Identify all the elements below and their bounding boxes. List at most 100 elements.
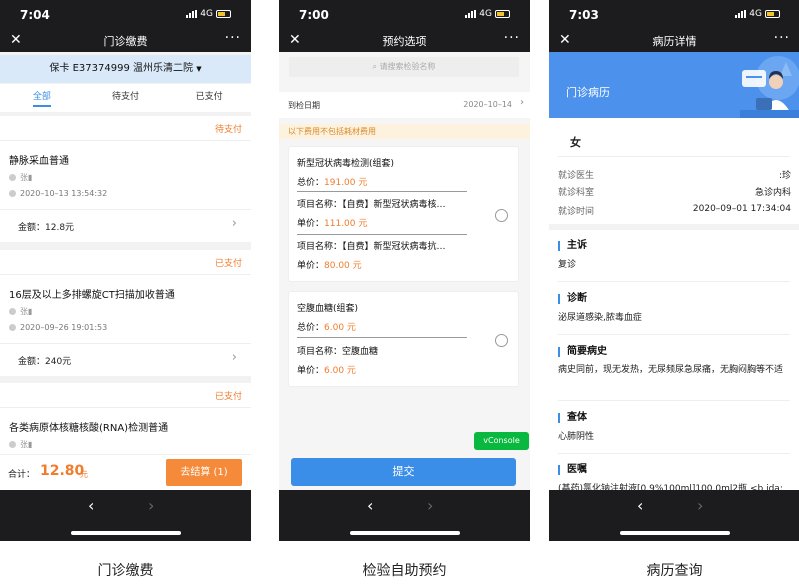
network-label: 4G [749,9,762,19]
section-body: 病史同前，现无发热，无尿频尿急尿痛，无胸闷胸等不适 [558,365,784,375]
notice-banner: 以下费用不包括耗材费用 [279,124,530,139]
date-row[interactable]: 到检日期 2020–10–14 › [279,92,530,118]
signal-icon [186,10,198,18]
package-card[interactable]: 空腹血糖(组套) 总价：6.00 元 项目名称：空腹血糖 单价：6.00 元 [288,291,519,387]
chevron-right-icon[interactable]: › [232,350,237,365]
card-selector[interactable]: 保卡 E37374999 温州乐清二院 ▼ [0,55,251,83]
date-value: 2020–10–14 [463,100,512,109]
more-icon[interactable]: ··· [774,30,790,46]
clock-icon [9,190,16,197]
package-name: 空腹血糖(组套) [297,304,359,314]
phone-medical-record: 7:03 4G ✕ 病历详情 ··· 门诊病历 女 就诊医生 :珍 就诊科室 急… [549,0,799,541]
order-person: 张▮ [20,173,33,182]
forward-icon[interactable]: › [427,496,433,515]
user-icon [9,441,16,448]
section-body: 泌尿道感染,脓毒血症 [558,313,642,323]
order-item[interactable]: 已支付 各类病原体核糖核酸(RNA)检测普通 张▮ [0,383,251,454]
checkout-bar: 合计： 12.80 元 去结算 (1) [0,454,251,490]
chevron-down-icon: ▼ [196,65,202,73]
status-bar: 7:03 4G [549,0,799,30]
order-name: 静脉采血普通 [9,156,69,167]
field-label: 就诊时间 [558,207,595,217]
field-value: 急诊内科 [754,188,791,198]
order-amount: 金额：12.8元 [18,223,75,233]
tab-unpaid[interactable]: 待支付 [84,84,168,112]
field-label: 就诊医生 [558,171,595,181]
back-icon[interactable]: ‹ [367,496,373,515]
field-value: :珍 [778,171,791,181]
item-price: 111.00 元 [324,219,368,229]
order-person: 张▮ [20,307,33,316]
order-amount: 金额：240元 [18,357,72,367]
package-price: 191.00 元 [324,178,368,188]
order-name: 16层及以上多排螺旋CT扫描加收普通 [9,290,175,301]
submit-button[interactable]: 提交 [291,458,516,486]
order-status: 已支付 [214,392,242,402]
item-name: 【自费】新型冠状病毒核… [342,200,446,210]
browser-bottom-bar: ‹ › [0,490,251,541]
section-heading: 简要病史 [558,347,607,357]
tab-all[interactable]: 全部 [0,84,84,112]
browser-bottom-bar: ‹ › [549,490,799,541]
doctor-illustration [740,56,799,118]
vconsole-button[interactable]: vConsole [474,432,529,450]
record-banner: 门诊病历 [549,52,799,118]
status-time: 7:04 [20,8,50,22]
network-label: 4G [479,9,492,19]
more-icon[interactable]: ··· [504,30,520,46]
status-bar: 7:04 4G [0,0,251,30]
package-price: 6.00 元 [324,323,356,333]
battery-icon [216,10,231,18]
forward-icon[interactable]: › [148,496,154,515]
chevron-right-icon[interactable]: › [232,216,237,231]
home-indicator [71,531,181,535]
page-title: 病历详情 [652,35,697,48]
order-item[interactable]: 待支付 静脉采血普通 张▮ 2020–10–13 13:54:32 金额：12.… [0,116,251,242]
phone-lab-booking: 7:00 4G ✕ 预约选项 ··· ⌕ 请搜索检验名称 到检日期 2020–1… [279,0,530,541]
order-status: 已支付 [214,259,242,269]
browser-bottom-bar: ‹ › [279,490,530,541]
network-label: 4G [200,9,213,19]
item-price: 6.00 元 [324,366,356,376]
item-price: 80.00 元 [324,261,362,271]
clock-icon [9,324,16,331]
home-indicator [620,531,730,535]
more-icon[interactable]: ··· [225,30,241,46]
package-name: 新型冠状病毒检测(组套) [297,159,395,169]
phone-outpatient-payment: 7:04 4G ✕ 门诊缴费 ··· 保卡 E37374999 温州乐清二院 ▼… [0,0,251,541]
home-indicator [350,531,460,535]
order-person: 张▮ [20,440,33,449]
back-icon[interactable]: ‹ [88,496,94,515]
page-title: 门诊缴费 [103,35,148,48]
section-heading: 医嘱 [558,465,587,475]
back-icon[interactable]: ‹ [637,496,643,515]
status-time: 7:00 [299,8,329,22]
tab-paid[interactable]: 已支付 [167,84,251,112]
nav-bar: ✕ 病历详情 ··· [549,30,799,52]
checkout-button[interactable]: 去结算 (1) [166,459,242,486]
order-date: 2020–09–26 19:01:53 [20,323,108,332]
search-input[interactable]: ⌕ 请搜索检验名称 [289,57,519,77]
section-body: 心肺阴性 [558,432,595,442]
status-time: 7:03 [569,8,599,22]
section-heading: 查体 [558,413,587,423]
package-card[interactable]: 新型冠状病毒检测(组套) 总价：191.00 元 项目名称：【自费】新型冠状病毒… [288,146,519,282]
package-radio[interactable] [495,209,508,222]
battery-icon [495,10,510,18]
search-placeholder: 请搜索检验名称 [379,62,436,71]
banner-title: 门诊病历 [566,86,610,99]
section-body: 复诊 [558,260,577,270]
order-date: 2020–10–13 13:54:32 [20,189,108,198]
date-label: 到检日期 [288,101,320,110]
battery-icon [765,10,780,18]
card-label: 保卡 E37374999 温州乐清二院 [49,63,193,74]
order-status: 待支付 [214,125,242,135]
field-value: 2020–09–01 17:34:04 [692,204,791,214]
total-label: 合计： [8,470,36,480]
item-name: 空腹血糖 [342,347,379,357]
order-item[interactable]: 已支付 16层及以上多排螺旋CT扫描加收普通 张▮ 2020–09–26 19:… [0,250,251,376]
package-radio[interactable] [495,334,508,347]
item-name: 【自费】新型冠状病毒抗… [342,242,446,252]
forward-icon[interactable]: › [697,496,703,515]
nav-bar: ✕ 预约选项 ··· [279,30,530,52]
